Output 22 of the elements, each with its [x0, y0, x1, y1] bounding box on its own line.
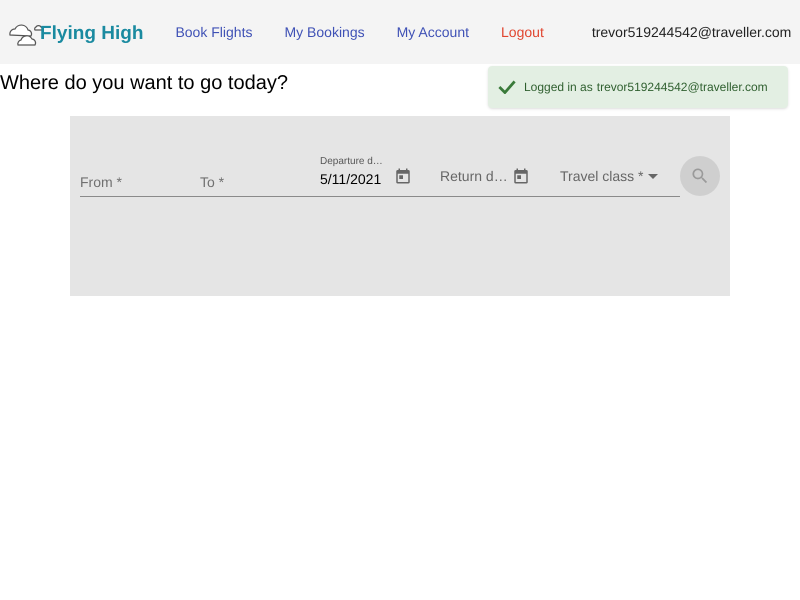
return-date-placeholder: Return d… — [440, 166, 509, 186]
return-date-field[interactable]: Return d… — [440, 156, 560, 196]
page-heading: Where do you want to go today? — [0, 71, 288, 96]
date-value: 5/11/2021 — [320, 170, 382, 189]
from-field[interactable]: From * — [80, 172, 200, 196]
logo-text[interactable]: Flying High — [40, 20, 144, 48]
toast-text: trevor519244542@traveller.com — [596, 79, 768, 96]
calendar-icon[interactable] — [512, 167, 530, 185]
to-field[interactable]: To * — [200, 172, 320, 196]
logout-link[interactable]: Logout — [485, 22, 560, 42]
check-icon — [498, 80, 516, 94]
dropdown-caret-icon — [648, 174, 658, 178]
travel-class-select[interactable]: Travel class * — [560, 156, 680, 196]
nav-link[interactable]: My Account — [380, 22, 486, 42]
search-icon — [690, 166, 710, 186]
user-email: trevor519244542@traveller.com — [592, 22, 792, 42]
nav-link[interactable]: My Bookings — [268, 22, 381, 42]
departure-date-field[interactable]: Departure d… 5/11/2021 — [320, 154, 440, 194]
field-label: Departure d… — [320, 155, 384, 169]
nav-link[interactable]: Book Flights — [159, 22, 268, 42]
toast-text: Logged in as — [524, 79, 593, 96]
calendar-icon[interactable] — [394, 167, 412, 185]
